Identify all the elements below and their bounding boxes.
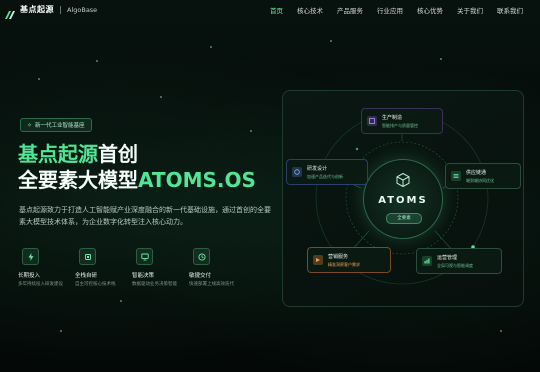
- hero-title-line-2: 全要素大模型ATOMS.OS: [18, 167, 256, 193]
- feature-subtitle: 自主可控核心技术栈: [75, 282, 116, 287]
- brand-divider: [60, 5, 61, 14]
- feature-list: 长期投入 多年持续投入研发建设 全栈自研 自主可控核心技术栈 智能决策 数据驱动…: [18, 248, 246, 287]
- box-icon: [367, 116, 377, 126]
- node-marketing[interactable]: 营销服务 精准洞察客户需求: [307, 247, 391, 273]
- star-dot: [440, 58, 442, 60]
- brand-name-en: AlgoBase: [67, 5, 98, 14]
- node-title: 研发设计: [307, 165, 328, 172]
- nav-item-contact[interactable]: 联系我们: [490, 5, 530, 15]
- star-dot: [160, 96, 162, 98]
- star-dot: [500, 330, 502, 332]
- node-rnd-design[interactable]: 研发设计 加速产品迭代与创新: [286, 159, 368, 185]
- marketing-icon: [313, 255, 323, 265]
- node-subtitle: 精准洞察客户需求: [328, 261, 360, 267]
- feature-title: 智能决策: [132, 273, 155, 279]
- clock-icon: [193, 248, 210, 265]
- node-subtitle: 智能排产与质量管控: [382, 122, 418, 128]
- star-dot: [210, 46, 212, 48]
- top-navbar: 基点起源 AlgoBase 首页 核心技术 产品服务 行业应用 核心优势 关于我…: [0, 0, 540, 20]
- hero-badge-label: 新一代工业智能基座: [35, 123, 85, 129]
- supply-icon: [451, 171, 461, 181]
- hero-title-first: 首创: [98, 142, 138, 166]
- sparkle-icon: ✧: [27, 121, 33, 129]
- architecture-panel: ATOMS 全要素 生产制造 智能排产与质量管控 研发设计 加速产品迭代与创新 …: [282, 90, 524, 307]
- node-supply-chain[interactable]: 供应链通 端到端协同优化: [445, 163, 521, 189]
- node-title: 供应链通: [466, 169, 487, 176]
- feature-item: 敏捷交付 快速部署上线高效迭代: [189, 248, 246, 287]
- node-title: 生产制造: [382, 114, 403, 121]
- node-title: 运营管理: [437, 254, 458, 261]
- core-badge: 全要素: [386, 213, 422, 224]
- feature-subtitle: 快速部署上线高效迭代: [189, 282, 234, 287]
- nav-item-products[interactable]: 产品服务: [330, 5, 370, 15]
- feature-title: 敏捷交付: [189, 273, 212, 279]
- nav-item-core-tech[interactable]: 核心技术: [290, 5, 330, 15]
- atoms-core[interactable]: ATOMS 全要素: [363, 159, 443, 239]
- nav-item-home[interactable]: 首页: [263, 5, 290, 15]
- feature-item: 智能决策 数据驱动业务决策智能: [132, 248, 189, 287]
- logo-icon: [5, 5, 16, 19]
- star-dot: [96, 60, 98, 62]
- hero-title-line-1: 基点起源首创: [18, 141, 138, 167]
- node-production[interactable]: 生产制造 智能排产与质量管控: [361, 108, 443, 134]
- hero-title-product: ATOMS.OS: [138, 168, 256, 192]
- feature-title: 长期投入: [18, 273, 41, 279]
- nav-item-advantages[interactable]: 核心优势: [410, 5, 450, 15]
- lightning-icon: [22, 248, 39, 265]
- node-subtitle: 全局可视与智能调度: [437, 262, 473, 268]
- brand-name-cn: 基点起源: [20, 5, 54, 14]
- node-subtitle: 端到端协同优化: [466, 177, 494, 183]
- nav-item-industries[interactable]: 行业应用: [370, 5, 410, 15]
- feature-subtitle: 数据驱动业务决策智能: [132, 282, 177, 287]
- nav-item-about[interactable]: 关于我们: [450, 5, 490, 15]
- star-dot: [60, 330, 62, 332]
- feature-item: 全栈自研 自主可控核心技术栈: [75, 248, 132, 287]
- hero-description: 基点起源致力于打造人工智能赋产业深度融合的新一代基础设施，通过首创的全要素大模型…: [19, 206, 271, 226]
- star-dot: [330, 40, 332, 42]
- node-operations[interactable]: 运营管理 全局可视与智能调度: [416, 248, 502, 274]
- main-menu: 首页 核心技术 产品服务 行业应用 核心优势 关于我们 联系我们: [263, 5, 530, 15]
- design-icon: [292, 167, 302, 177]
- feature-title: 全栈自研: [75, 273, 98, 279]
- operations-icon: [422, 256, 432, 266]
- star-dot: [250, 130, 252, 132]
- monitor-icon: [136, 248, 153, 265]
- feature-item: 长期投入 多年持续投入研发建设: [18, 248, 75, 287]
- core-title: ATOMS: [378, 195, 428, 206]
- node-title: 营销服务: [328, 253, 349, 260]
- node-subtitle: 加速产品迭代与创新: [307, 173, 343, 179]
- star-dot: [120, 300, 122, 302]
- hero-title-model: 全要素大模型: [18, 168, 138, 192]
- brand-logo[interactable]: 基点起源 AlgoBase: [5, 4, 98, 19]
- star-dot: [38, 78, 40, 80]
- hero-badge: ✧ 新一代工业智能基座: [20, 118, 92, 132]
- hero-title-brand: 基点起源: [18, 142, 98, 166]
- chip-icon: [79, 248, 96, 265]
- feature-subtitle: 多年持续投入研发建设: [18, 282, 63, 287]
- cube-icon: [395, 172, 411, 188]
